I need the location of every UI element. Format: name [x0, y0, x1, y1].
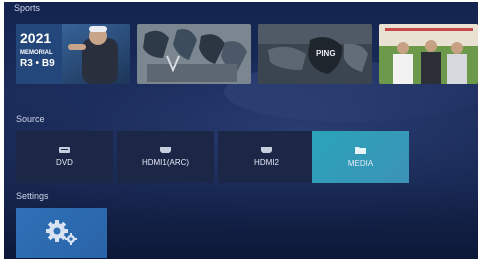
source-tile-dvd[interactable]: DVD [16, 131, 113, 183]
source-tile-hdmi1-arc[interactable]: HDMI1(ARC) [117, 131, 214, 183]
settings-section-title: Settings [16, 191, 49, 201]
thumbnail-image [137, 24, 251, 84]
source-tile-label: DVD [56, 158, 73, 167]
source-section-title: Source [16, 114, 45, 124]
thumbnail-image [258, 24, 372, 84]
source-tile-label: MEDIA [347, 159, 374, 168]
dvd-icon [59, 147, 70, 153]
settings-tile[interactable] [16, 208, 107, 258]
sports-section-title: Sports [14, 3, 41, 13]
sports-thumbnail-clubs[interactable] [137, 24, 251, 84]
folder-icon [355, 147, 366, 154]
source-tile-label: HDMI1(ARC) [141, 158, 190, 167]
hdmi-icon [160, 147, 171, 153]
gear-icon [45, 220, 77, 245]
sports-thumbnail-players[interactable] [379, 24, 478, 84]
tv-home-screen: Sports 2021 MEMORIAL R3 • B9 PING Source… [4, 2, 478, 259]
source-tile-hdmi2[interactable]: HDMI2 [218, 131, 315, 183]
thumbnail-year: 2021 [20, 30, 52, 46]
sports-thumbnail-memorial[interactable]: 2021 MEMORIAL R3 • B9 [16, 24, 130, 84]
thumbnail-brand: PING [316, 49, 336, 58]
thumbnail-round: R3 • B9 [20, 58, 55, 69]
sports-thumbnail-ping[interactable]: PING [258, 24, 372, 84]
thumbnail-image [379, 24, 478, 84]
source-tile-label: HDMI2 [254, 158, 279, 167]
source-tile-media[interactable]: MEDIA [312, 131, 409, 183]
hdmi-icon [261, 147, 272, 153]
thumbnail-caption: MEMORIAL [20, 50, 53, 56]
